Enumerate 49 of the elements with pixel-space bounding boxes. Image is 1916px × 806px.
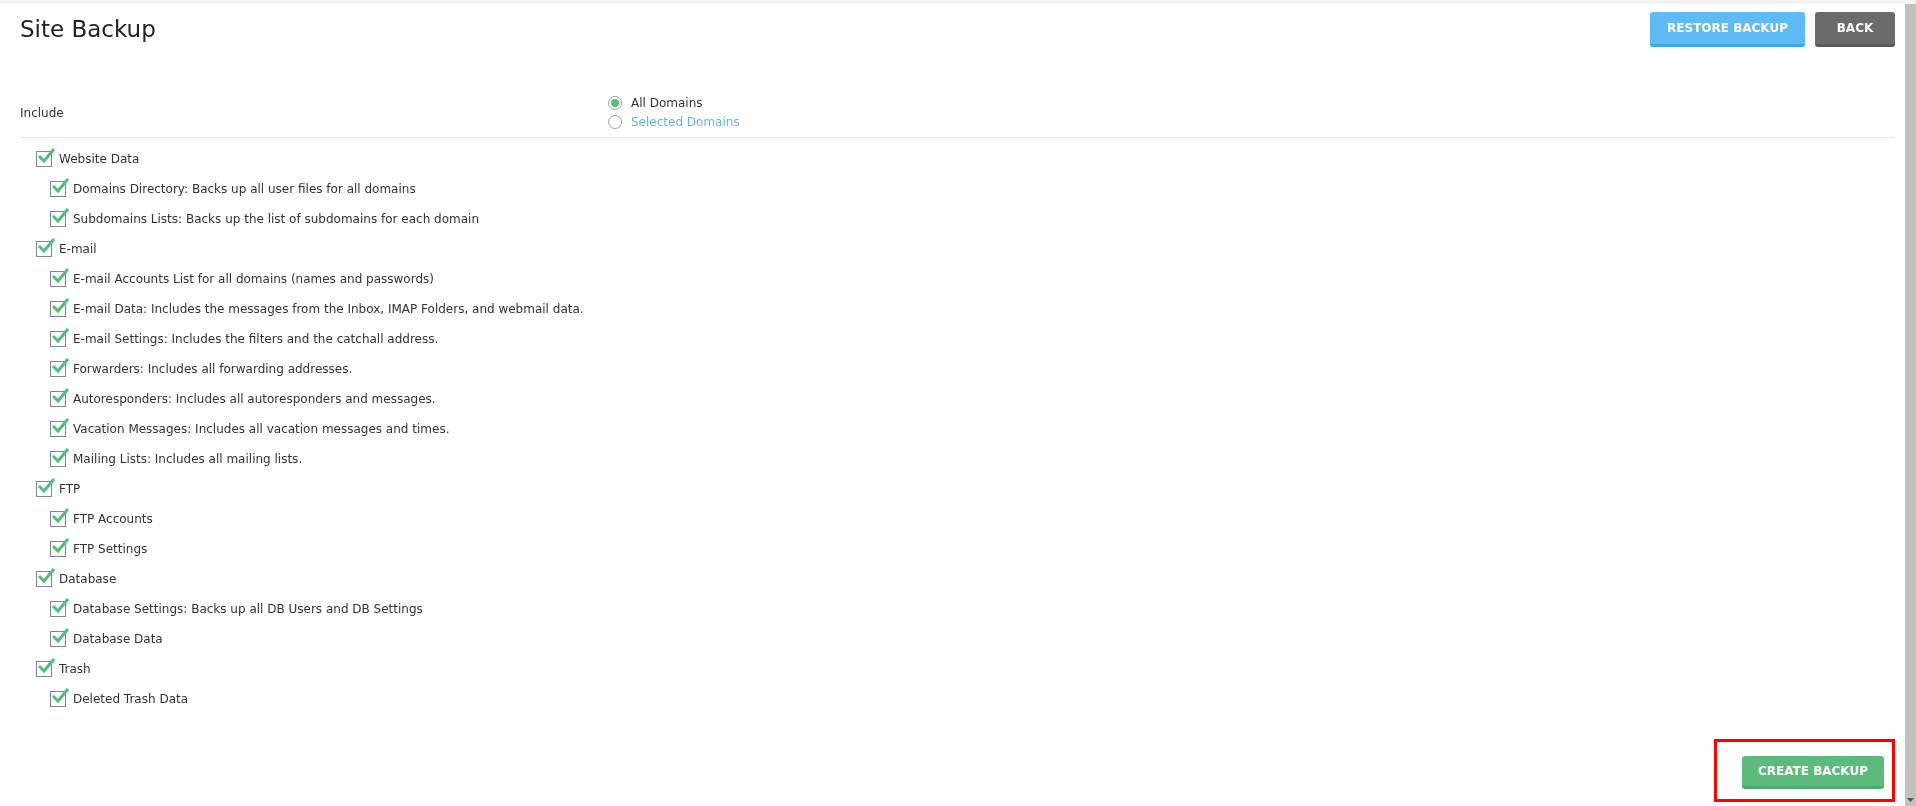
checkbox-label: FTP bbox=[59, 482, 81, 496]
checkbox[interactable] bbox=[50, 271, 66, 287]
radio-label[interactable]: All Domains bbox=[631, 96, 703, 110]
checkbox-label: Autoresponders: Includes all autoresponders and messages. bbox=[73, 392, 436, 406]
checkbox[interactable] bbox=[36, 241, 52, 257]
checkbox-label: Trash bbox=[59, 662, 91, 676]
include-label: Include bbox=[20, 105, 65, 120]
scrollbar[interactable] bbox=[1905, 4, 1916, 806]
checkbox-label: E-mail bbox=[59, 242, 97, 256]
down-arrow-icon[interactable] bbox=[1905, 796, 1916, 804]
page-title: Site Backup bbox=[20, 16, 156, 42]
radio-button[interactable] bbox=[608, 96, 622, 110]
checkbox-label: E-mail Accounts List for all domains (names and passwords) bbox=[73, 272, 434, 286]
checkbox[interactable] bbox=[50, 331, 66, 347]
checkbox-label: Database Settings: Backs up all DB Users and DB Settings bbox=[73, 602, 423, 616]
create-backup-button[interactable]: CREATE BACKUP bbox=[1741, 756, 1884, 789]
checkbox-label: Database Data bbox=[73, 632, 163, 646]
checkbox[interactable] bbox=[50, 601, 66, 617]
checkbox-label: Subdomains Lists: Backs up the list of subdomains for each domain bbox=[73, 212, 479, 226]
checkbox-label: Website Data bbox=[59, 152, 140, 166]
checkbox-label: FTP Settings bbox=[73, 542, 148, 556]
checkbox-label: Domains Directory: Backs up all user files for all domains bbox=[73, 182, 416, 196]
checkbox-label: FTP Accounts bbox=[73, 512, 153, 526]
checkbox[interactable] bbox=[36, 151, 52, 167]
checkbox[interactable] bbox=[50, 361, 66, 377]
checkbox-label: Vacation Messages: Includes all vacation messages and times. bbox=[73, 422, 450, 436]
radio-label[interactable]: Selected Domains bbox=[631, 115, 740, 129]
checkbox[interactable] bbox=[50, 451, 66, 467]
checkbox[interactable] bbox=[36, 481, 52, 497]
checkbox-label: Database bbox=[59, 572, 117, 586]
radio-button[interactable] bbox=[608, 115, 622, 129]
checkbox[interactable] bbox=[50, 211, 66, 227]
checkbox-label: E-mail Data: Includes the messages from the Inbox, IMAP Folders, and webmail data. bbox=[73, 302, 584, 316]
checkbox[interactable] bbox=[50, 301, 66, 317]
checkbox-label: Deleted Trash Data bbox=[73, 692, 189, 706]
checkbox[interactable] bbox=[36, 571, 52, 587]
checkbox-label: E-mail Settings: Includes the filters and the catchall address. bbox=[73, 332, 439, 346]
checkbox-label: Forwarders: Includes all forwarding addresses. bbox=[73, 362, 353, 376]
restore-button[interactable]: RESTORE BACKUP bbox=[1650, 12, 1805, 47]
checkbox[interactable] bbox=[50, 631, 66, 647]
checkbox[interactable] bbox=[36, 661, 52, 677]
checkbox[interactable] bbox=[50, 511, 66, 527]
checkbox[interactable] bbox=[50, 391, 66, 407]
checkbox[interactable] bbox=[50, 181, 66, 197]
checkbox[interactable] bbox=[50, 421, 66, 437]
checkbox-label: Mailing Lists: Includes all mailing lists. bbox=[73, 452, 303, 466]
checkbox[interactable] bbox=[50, 691, 66, 707]
back-button[interactable]: BACK bbox=[1815, 12, 1895, 47]
checkbox[interactable] bbox=[50, 541, 66, 557]
